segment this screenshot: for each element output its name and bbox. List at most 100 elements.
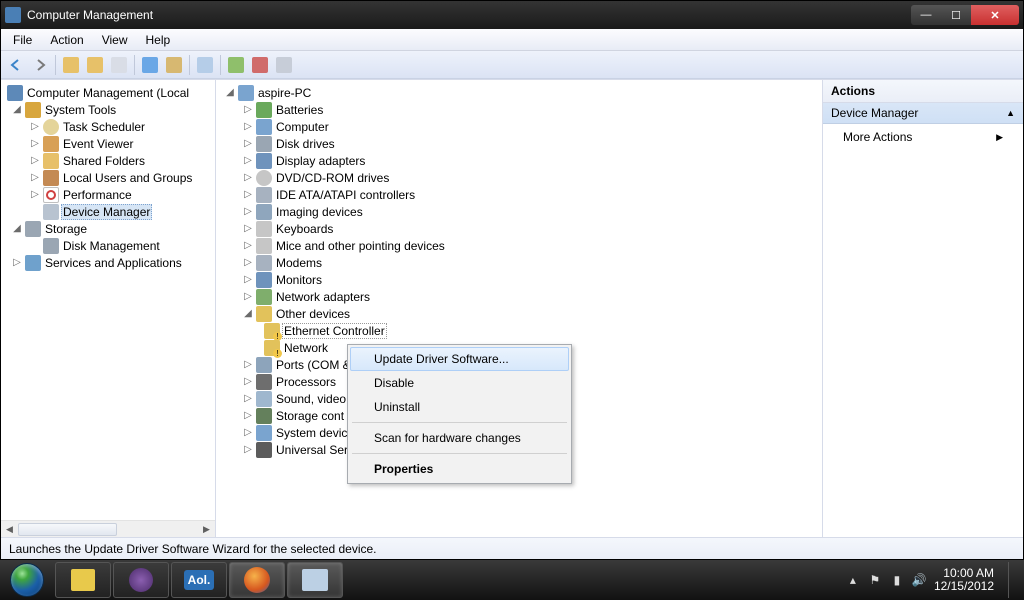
scroll-left-icon[interactable]: ◀ bbox=[1, 521, 18, 538]
toolbar-btn-5[interactable] bbox=[163, 54, 185, 76]
left-pane-hscrollbar[interactable]: ◀ ▶ bbox=[1, 520, 215, 537]
actions-section-device-manager[interactable]: Device Manager ▲ bbox=[823, 103, 1023, 124]
ctx-update-driver[interactable]: Update Driver Software... bbox=[350, 347, 569, 371]
device-cat-keyboards[interactable]: ▷Keyboards bbox=[222, 220, 822, 237]
device-cat-dvd[interactable]: ▷DVD/CD-ROM drives bbox=[222, 169, 822, 186]
tree-item-disk-management[interactable]: Disk Management bbox=[3, 237, 215, 254]
device-cat-display[interactable]: ▷Display adapters bbox=[222, 152, 822, 169]
expand-icon[interactable]: ▷ bbox=[11, 258, 23, 268]
tree-root[interactable]: Computer Management (Local bbox=[3, 84, 215, 101]
menu-action[interactable]: Action bbox=[42, 31, 91, 49]
ctx-disable[interactable]: Disable bbox=[350, 371, 569, 395]
expand-icon[interactable]: ▷ bbox=[242, 445, 254, 455]
ctx-scan-hardware[interactable]: Scan for hardware changes bbox=[350, 426, 569, 450]
menu-view[interactable]: View bbox=[94, 31, 136, 49]
expand-icon[interactable]: ▷ bbox=[242, 292, 254, 302]
tree-item-task-scheduler[interactable]: ▷Task Scheduler bbox=[3, 118, 215, 135]
show-hidden-icons[interactable]: ▴ bbox=[846, 573, 860, 587]
expand-icon[interactable]: ▷ bbox=[242, 190, 254, 200]
taskbar[interactable]: Aol. ▴ ⚑ ▮ 🔊 10:00 AM 12/15/2012 bbox=[0, 560, 1024, 600]
collapse-icon[interactable]: ◢ bbox=[224, 88, 236, 98]
taskbar-firefox[interactable] bbox=[229, 562, 285, 598]
expand-icon[interactable]: ▷ bbox=[242, 377, 254, 387]
scroll-right-icon[interactable]: ▶ bbox=[198, 521, 215, 538]
menu-help[interactable]: Help bbox=[138, 31, 179, 49]
expand-icon[interactable]: ▷ bbox=[29, 139, 41, 149]
collapse-icon[interactable]: ◢ bbox=[242, 309, 254, 319]
system-tray[interactable]: ▴ ⚑ ▮ 🔊 10:00 AM 12/15/2012 bbox=[838, 562, 1024, 598]
taskbar-computer-management[interactable] bbox=[287, 562, 343, 598]
tree-item-device-manager[interactable]: Device Manager bbox=[3, 203, 215, 220]
expand-icon[interactable]: ▷ bbox=[242, 122, 254, 132]
device-cat-batteries[interactable]: ▷Batteries bbox=[222, 101, 822, 118]
device-ethernet-controller[interactable]: !Ethernet Controller bbox=[222, 322, 822, 339]
expand-icon[interactable]: ▷ bbox=[242, 428, 254, 438]
ctx-properties[interactable]: Properties bbox=[350, 457, 569, 481]
expand-icon[interactable]: ▷ bbox=[242, 411, 254, 421]
context-menu[interactable]: Update Driver Software... Disable Uninst… bbox=[347, 344, 572, 484]
help-button[interactable] bbox=[139, 54, 161, 76]
toolbar-btn-9[interactable] bbox=[273, 54, 295, 76]
expand-icon[interactable]: ▷ bbox=[29, 156, 41, 166]
toolbar-btn-6[interactable] bbox=[194, 54, 216, 76]
toolbar-btn-2[interactable] bbox=[84, 54, 106, 76]
expand-icon[interactable]: ▷ bbox=[242, 360, 254, 370]
expand-icon[interactable]: ▷ bbox=[242, 224, 254, 234]
expand-icon[interactable]: ▷ bbox=[242, 105, 254, 115]
maximize-button[interactable]: ☐ bbox=[941, 5, 971, 25]
device-cat-modems[interactable]: ▷Modems bbox=[222, 254, 822, 271]
expand-icon[interactable]: ▷ bbox=[29, 173, 41, 183]
actions-more-actions[interactable]: More Actions ▶ bbox=[823, 124, 1023, 150]
collapse-icon[interactable]: ◢ bbox=[11, 105, 23, 115]
expand-icon[interactable]: ▷ bbox=[242, 241, 254, 251]
tree-item-services-apps[interactable]: ▷ Services and Applications bbox=[3, 254, 215, 271]
toolbar-btn-3[interactable] bbox=[108, 54, 130, 76]
start-button[interactable] bbox=[0, 560, 54, 600]
device-cat-mice[interactable]: ▷Mice and other pointing devices bbox=[222, 237, 822, 254]
device-cat-computer[interactable]: ▷Computer bbox=[222, 118, 822, 135]
close-button[interactable]: ✕ bbox=[971, 5, 1019, 25]
back-button[interactable] bbox=[5, 54, 27, 76]
expand-icon[interactable]: ▷ bbox=[242, 156, 254, 166]
tree-item-event-viewer[interactable]: ▷Event Viewer bbox=[3, 135, 215, 152]
device-cat-monitors[interactable]: ▷Monitors bbox=[222, 271, 822, 288]
tray-clock[interactable]: 10:00 AM 12/15/2012 bbox=[934, 567, 994, 593]
taskbar-aol[interactable]: Aol. bbox=[171, 562, 227, 598]
device-cat-other-devices[interactable]: ◢Other devices bbox=[222, 305, 822, 322]
collapse-icon[interactable]: ◢ bbox=[11, 224, 23, 234]
ctx-uninstall[interactable]: Uninstall bbox=[350, 395, 569, 419]
toolbar-btn-7[interactable] bbox=[225, 54, 247, 76]
titlebar[interactable]: Computer Management — ☐ ✕ bbox=[1, 1, 1023, 29]
device-root[interactable]: ◢ aspire-PC bbox=[222, 84, 822, 101]
device-cat-ide[interactable]: ▷IDE ATA/ATAPI controllers bbox=[222, 186, 822, 203]
toolbar-btn-1[interactable] bbox=[60, 54, 82, 76]
menu-file[interactable]: File bbox=[5, 31, 40, 49]
expand-icon[interactable]: ▷ bbox=[242, 207, 254, 217]
scroll-thumb[interactable] bbox=[18, 523, 117, 536]
expand-icon[interactable]: ▷ bbox=[242, 173, 254, 183]
minimize-button[interactable]: — bbox=[911, 5, 941, 25]
toolbar-btn-8[interactable] bbox=[249, 54, 271, 76]
expand-icon[interactable]: ▷ bbox=[242, 394, 254, 404]
action-center-icon[interactable]: ⚑ bbox=[868, 573, 882, 587]
device-cat-network-adapters[interactable]: ▷Network adapters bbox=[222, 288, 822, 305]
expand-icon[interactable]: ▷ bbox=[242, 258, 254, 268]
tree-item-storage[interactable]: ◢ Storage bbox=[3, 220, 215, 237]
taskbar-stickynotes[interactable] bbox=[55, 562, 111, 598]
tree-item-shared-folders[interactable]: ▷Shared Folders bbox=[3, 152, 215, 169]
taskbar-yahoo-messenger[interactable] bbox=[113, 562, 169, 598]
volume-icon[interactable]: 🔊 bbox=[912, 573, 926, 587]
tree-item-system-tools[interactable]: ◢ System Tools bbox=[3, 101, 215, 118]
expand-icon[interactable]: ▷ bbox=[242, 139, 254, 149]
console-tree[interactable]: Computer Management (Local ◢ System Tool… bbox=[1, 80, 215, 275]
power-icon[interactable]: ▮ bbox=[890, 573, 904, 587]
tree-item-local-users[interactable]: ▷Local Users and Groups bbox=[3, 169, 215, 186]
expand-icon[interactable]: ▷ bbox=[242, 275, 254, 285]
show-desktop-button[interactable] bbox=[1008, 562, 1016, 598]
forward-button[interactable] bbox=[29, 54, 51, 76]
tree-item-performance[interactable]: ▷Performance bbox=[3, 186, 215, 203]
expand-icon[interactable]: ▷ bbox=[29, 190, 41, 200]
expand-icon[interactable]: ▷ bbox=[29, 122, 41, 132]
device-cat-disk-drives[interactable]: ▷Disk drives bbox=[222, 135, 822, 152]
device-cat-imaging[interactable]: ▷Imaging devices bbox=[222, 203, 822, 220]
